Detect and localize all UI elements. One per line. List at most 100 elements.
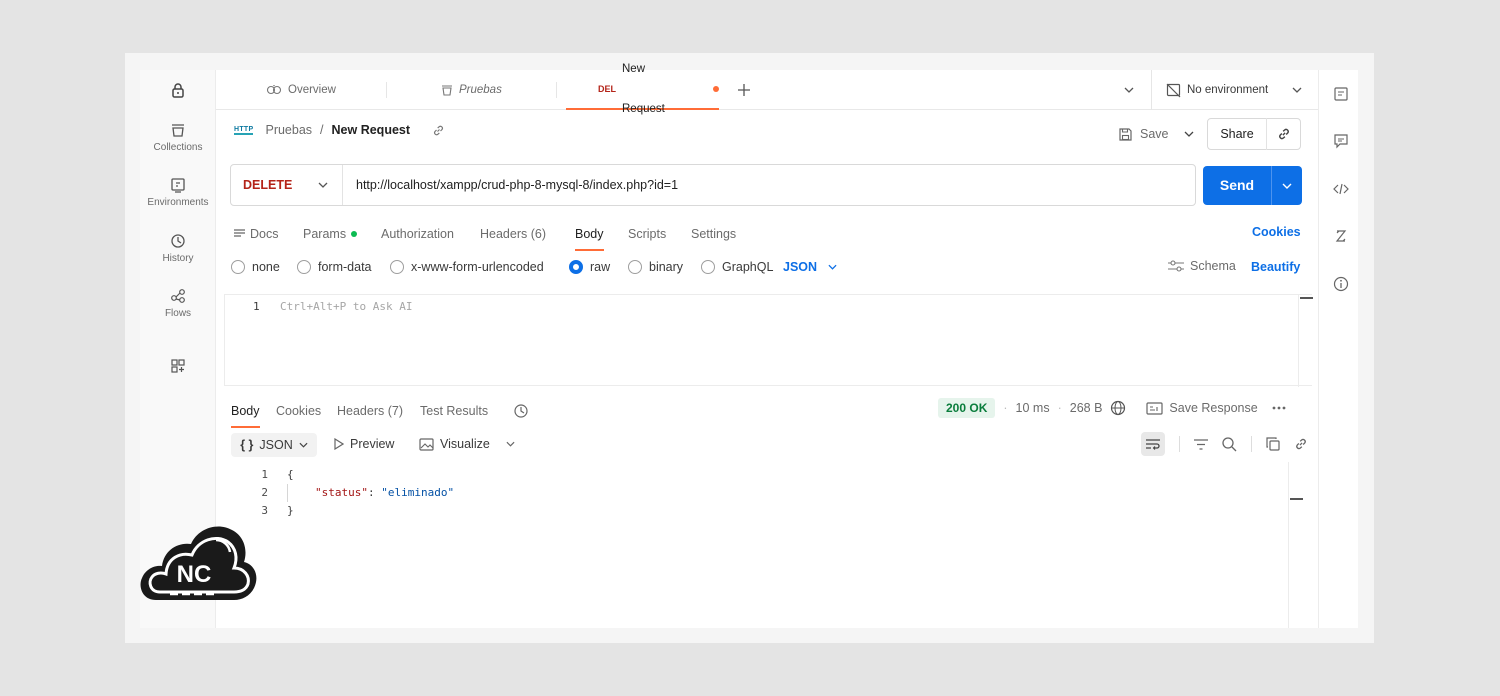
code-line: } (287, 504, 294, 517)
method-tag: DEL (598, 84, 616, 94)
filter-icon[interactable] (1194, 438, 1208, 450)
url-input[interactable]: http://localhost/xampp/crud-php-8-mysql-… (343, 178, 678, 192)
search-icon[interactable] (1222, 436, 1237, 452)
comments-icon[interactable] (1333, 133, 1349, 149)
response-actions (1141, 432, 1308, 456)
tab-label: Cookies (276, 404, 322, 418)
related-collections-icon[interactable] (1333, 228, 1349, 244)
line-number: 2 (261, 486, 268, 499)
json-key: "status" (315, 486, 368, 499)
response-status: 200 OK · 10 ms · 268 B Save Response (938, 398, 1286, 418)
radio-label: GraphQL (722, 260, 774, 274)
status-badge[interactable]: 200 OK (938, 398, 996, 418)
link-icon (1278, 128, 1289, 140)
link-icon[interactable] (432, 124, 445, 137)
beautify-button[interactable]: Beautify (1251, 260, 1300, 274)
tab-response-body[interactable]: Body (231, 400, 260, 428)
more-options-icon[interactable] (1272, 406, 1286, 410)
link-icon[interactable] (1294, 437, 1308, 451)
radio-button (569, 260, 583, 274)
tab-overflow-button[interactable] (1124, 70, 1134, 110)
tab-label: Docs (250, 227, 279, 241)
method-select[interactable]: DELETE (231, 165, 343, 205)
radio-label: form-data (318, 260, 372, 274)
wrap-lines-button[interactable] (1141, 432, 1165, 456)
tab-pruebas[interactable]: Pruebas (441, 70, 502, 110)
radio-urlencoded[interactable]: x-www-form-urlencoded (390, 259, 544, 275)
globe-icon[interactable] (1110, 400, 1126, 416)
sidebar-item-flows[interactable]: Flows (140, 288, 216, 319)
radio-form-data[interactable]: form-data (297, 259, 372, 275)
tab-bar: Overview Pruebas DEL New Request No envi… (216, 63, 1318, 115)
tab-settings[interactable]: Settings (691, 223, 736, 245)
info-icon[interactable] (1333, 276, 1349, 292)
tab-label: Scripts (628, 227, 667, 241)
tab-params[interactable]: Params (303, 223, 358, 245)
tab-new-request[interactable]: DEL New Request (566, 63, 719, 115)
share-button[interactable]: Share (1208, 118, 1267, 150)
save-button[interactable]: Save (1118, 119, 1194, 149)
tab-scripts[interactable]: Scripts (628, 223, 666, 245)
save-icon (1119, 127, 1132, 141)
response-time[interactable]: 10 ms (1016, 401, 1050, 415)
sidebar-item-history[interactable]: History (140, 233, 216, 264)
tab-headers[interactable]: Headers (6) (480, 223, 546, 245)
radio-none[interactable]: none (231, 259, 280, 275)
request-info-icon[interactable] (1333, 86, 1349, 102)
toolbar-divider (1251, 436, 1252, 452)
tab-label: Body (575, 227, 604, 241)
schema-button[interactable]: Schema (1168, 259, 1236, 273)
chevron-down-icon[interactable] (1184, 131, 1194, 137)
copy-link-button[interactable] (1267, 127, 1300, 141)
editor-scrollbar[interactable] (1298, 295, 1313, 387)
radio-graphql[interactable]: GraphQL (701, 259, 773, 275)
save-response-button[interactable]: Save Response (1146, 401, 1258, 415)
sidebar-item-environments[interactable]: Environments (140, 177, 216, 208)
radio-binary[interactable]: binary (628, 259, 683, 275)
tab-test-results[interactable]: Test Results (420, 400, 488, 422)
chevron-down-icon (299, 442, 308, 448)
lock-icon[interactable] (140, 82, 216, 102)
tab-overview[interactable]: Overview (266, 70, 336, 110)
tab-body[interactable]: Body (575, 223, 604, 251)
environment-selector[interactable]: No environment (1166, 70, 1302, 110)
tab-response-headers[interactable]: Headers (7) (337, 400, 403, 422)
breadcrumb-collection[interactable]: Pruebas (265, 123, 312, 137)
sidebar-item-collections[interactable]: Collections (140, 122, 216, 153)
nc-cloud-logo: NC (140, 526, 257, 600)
tab-authorization[interactable]: Authorization (381, 223, 454, 245)
tab-label: Settings (691, 227, 737, 241)
response-scrollbar[interactable] (1288, 462, 1303, 628)
preview-button[interactable]: Preview (334, 437, 394, 451)
tab-response-cookies[interactable]: Cookies (276, 400, 321, 422)
sidebar-item-label: Collections (153, 142, 203, 153)
cookies-link[interactable]: Cookies (1252, 225, 1301, 239)
response-size[interactable]: 268 B (1070, 401, 1103, 415)
new-tab-button[interactable] (738, 70, 750, 110)
play-icon (334, 438, 344, 450)
add-workspace-icon[interactable] (140, 358, 216, 378)
unsaved-dot (713, 86, 719, 92)
history-icon[interactable] (513, 400, 529, 422)
tab-label: Params (303, 227, 347, 241)
copy-icon[interactable] (1266, 437, 1280, 451)
docs-icon (234, 229, 245, 237)
visualize-button[interactable]: Visualize (419, 437, 515, 451)
collection-icon (442, 85, 452, 96)
image-icon (419, 437, 434, 451)
right-sidebar (1318, 70, 1358, 628)
body-format-select[interactable]: JSON (783, 259, 837, 275)
response-format-select[interactable]: { } JSON (231, 433, 317, 457)
send-button[interactable]: Send (1203, 166, 1272, 205)
request-body-editor[interactable]: 1 Ctrl+Alt+P to Ask AI (224, 294, 1313, 387)
response-format-value: JSON (259, 438, 293, 452)
chevron-down-icon (828, 264, 837, 270)
radio-raw[interactable]: raw (569, 259, 610, 275)
page-title[interactable]: New Request (332, 123, 411, 137)
tab-docs[interactable]: Docs (234, 223, 278, 245)
send-options-button[interactable] (1272, 183, 1302, 189)
code-icon[interactable] (1333, 181, 1349, 197)
line-number: 3 (261, 504, 268, 517)
send-button-group: Send (1203, 166, 1302, 205)
indent-guide (287, 484, 288, 502)
